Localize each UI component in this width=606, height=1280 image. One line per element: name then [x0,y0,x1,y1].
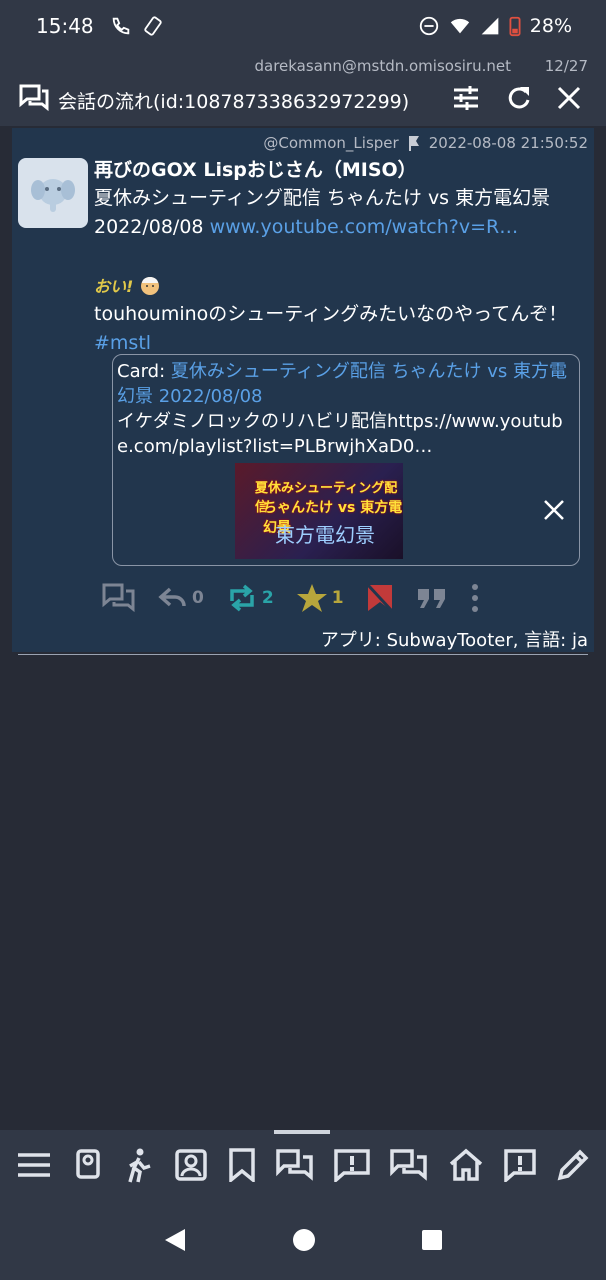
emoji-row: おい! [94,270,590,300]
old-man-emoji-icon [141,277,160,295]
card-text: Card: 夏休みシューティング配信 ちゃんたけ vs 東方電幻景 2022/0… [117,359,575,459]
status-acct[interactable]: @Common_Lisper [263,134,398,152]
status-text: 夏休みシューティング配信 ちゃんたけ vs 東方電幻景 2022/08/08 w… [94,184,590,242]
quote-button[interactable] [416,585,448,611]
display-name[interactable]: 再びのGOX Lispおじさん（MISO） [94,156,590,184]
conversation-button[interactable] [102,582,136,614]
profile-icon[interactable] [174,1148,208,1182]
status-timestamp: 2022-08-08 21:50:52 [428,134,588,152]
card-thumbnail[interactable]: 夏休みシューティング配信 ちゃんたけ vs 東方電幻景 東方電幻景 [235,463,403,559]
status-bar: 15:48 28% [0,0,606,52]
bookmark-icon [366,583,393,613]
conversation-icon [102,583,135,613]
favourite-count: 1 [331,588,344,608]
status-body: 再びのGOX Lispおじさん（MISO） 夏休みシューティング配信 ちゃんたけ… [94,156,590,358]
back-icon[interactable] [163,1227,187,1253]
close-column-icon[interactable] [556,85,582,111]
link-card[interactable]: Card: 夏休みシューティング配信 ちゃんたけ vs 東方電幻景 2022/0… [112,354,580,566]
bottom-column-bar [0,1130,606,1200]
custom-emoji-oi: おい! [94,277,134,296]
column-header: darekasann@mstdn.omisosiru.net 12/27 会話の… [0,52,606,126]
status-text-2: touhouminoのシューティングみたいなのやってんぞ！ #mstl [94,300,590,358]
battery-percent: 28% [529,15,572,37]
wifi-calling-icon [112,17,129,35]
quote-icon [417,589,445,608]
app-language-info: アプリ: SubwayTooter, 言語: ja [320,630,588,651]
auto-rotate-icon [143,16,162,36]
boost-count: 2 [261,588,274,608]
status-meta: @Common_Lisper 2022-08-08 21:50:52 [263,134,588,152]
column-position: 12/27 [544,57,588,75]
wifi-icon [450,18,469,34]
conversation-icon [19,84,49,112]
dnd-icon [419,16,438,36]
hashtag-link[interactable]: #mstl [94,332,151,354]
thumb-text-3: 東方電幻景 [275,523,375,547]
conversation-tab-2-icon[interactable] [390,1148,428,1182]
report-2-icon[interactable] [504,1148,536,1182]
system-nav-bar [0,1200,606,1280]
selected-column-indicator [274,1130,330,1134]
card-title-link[interactable]: 夏休みシューティング配信 ちゃんたけ vs 東方電幻景 2022/08/08 [117,361,567,407]
status-link[interactable]: www.youtube.com/watch?v=R… [210,216,519,238]
reply-button[interactable]: 0 [158,585,204,611]
home-icon[interactable] [448,1148,484,1182]
bookmarks-icon[interactable] [228,1148,256,1182]
refresh-icon[interactable] [504,84,532,112]
signal-icon [481,17,499,35]
reply-count: 0 [192,588,204,608]
conversation-tab-icon[interactable] [276,1148,314,1182]
compose-pencil-icon[interactable] [556,1148,590,1182]
battery-icon [509,16,521,37]
favourite-button[interactable]: 1 [296,583,344,613]
column-account: darekasann@mstdn.omisosiru.net [254,57,511,75]
card-label: Card: [117,361,166,382]
bookmark-flag-icon [408,136,419,151]
status-time: 15:48 [36,14,94,38]
status-text-line2: touhouminoのシューティングみたいなのやってんぞ！ [94,303,568,325]
star-icon [296,584,327,612]
recents-icon[interactable] [421,1229,443,1251]
boost-icon [230,584,254,612]
card-close-icon[interactable] [543,499,565,521]
report-icon[interactable] [334,1148,370,1182]
status-actions: 0 2 1 [102,578,492,618]
reply-icon [158,587,186,607]
walking-person-icon[interactable] [122,1147,154,1183]
contact-card-icon[interactable] [72,1148,102,1182]
home-circle-icon[interactable] [292,1228,316,1252]
elephant-avatar-icon [31,179,75,212]
menu-icon[interactable] [16,1150,52,1180]
more-button[interactable] [470,583,480,613]
card-description: イケダミノロックのリハビリ配信https://www.youtube.com/p… [117,411,563,457]
bookmark-button[interactable] [366,583,394,613]
status-card[interactable]: @Common_Lisper 2022-08-08 21:50:52 再びのGO… [12,128,594,652]
column-settings-icon[interactable] [452,84,480,112]
divider [18,654,588,655]
more-vert-icon [471,584,478,612]
boost-button[interactable]: 2 [226,583,274,613]
column-title: 会話の流れ(id:108787338632972299) [58,91,410,113]
avatar[interactable] [18,158,88,228]
